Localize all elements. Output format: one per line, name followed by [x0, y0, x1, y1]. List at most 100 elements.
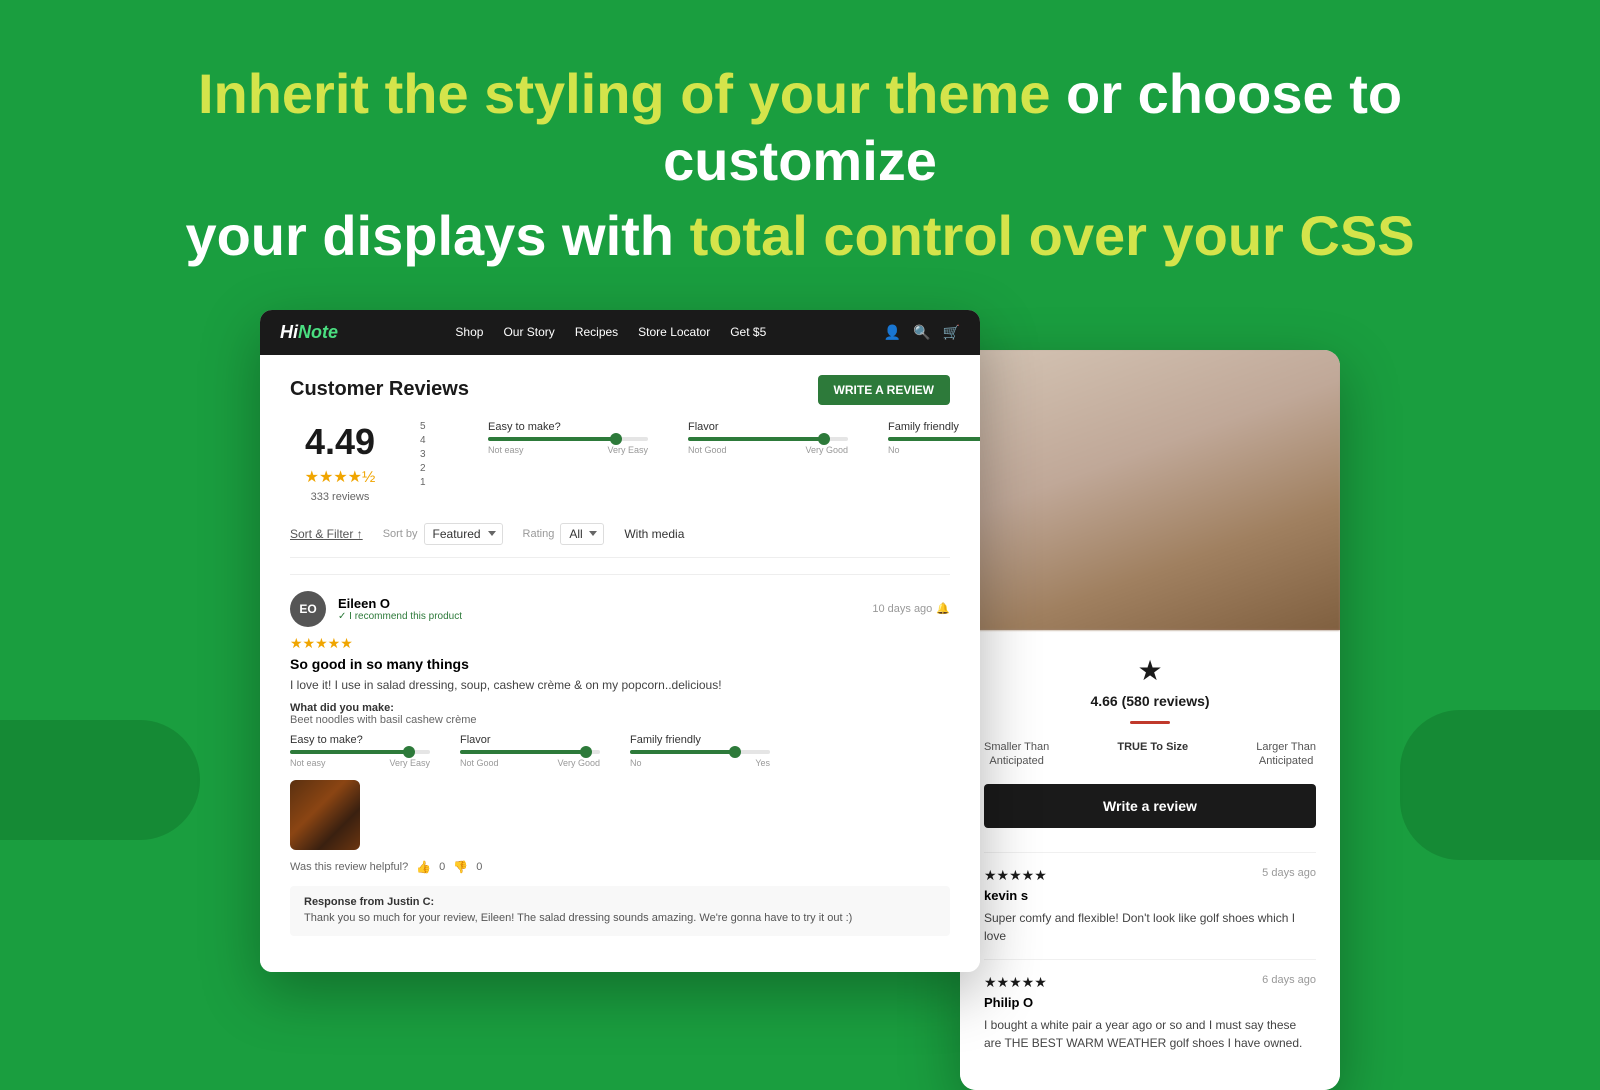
card-product-photo: [960, 350, 1340, 630]
reviews-content: Customer Reviews WRITE A REVIEW 4.49 ★★★…: [260, 355, 980, 972]
cart-icon[interactable]: 🛒: [943, 324, 960, 341]
card-review-date-2: 6 days ago: [1262, 974, 1316, 986]
review-stars: ★★★★★: [290, 635, 950, 652]
headline-line2: your displays with total control over yo…: [100, 202, 1500, 269]
headline-white-part3: your displays with: [185, 204, 674, 267]
reviewer-info: Eileen O ✓ I recommend this product: [338, 596, 860, 622]
response-box: Response from Justin C: Thank you so muc…: [290, 886, 950, 936]
review-easy-slider: [290, 750, 430, 754]
card-fit-smaller: Smaller ThanAnticipated: [984, 740, 1049, 769]
review-attr-easy: Easy to make? Not easyVery Easy: [290, 734, 430, 768]
browser-navbar: HiNote Shop Our Story Recipes Store Loca…: [260, 310, 980, 355]
sort-by-group: Sort by Featured: [383, 523, 503, 545]
bar-row-1: 1: [420, 477, 438, 488]
family-slider-fill: [888, 437, 980, 441]
stars-display: ★★★★½: [290, 467, 390, 487]
review-meta: What did you make: Beet noodles with bas…: [290, 702, 950, 726]
reviews-title: Customer Reviews: [290, 378, 469, 401]
card-mockup: ★ 4.66 (580 reviews) Smaller ThanAnticip…: [960, 350, 1340, 1090]
nav-store-locator[interactable]: Store Locator: [638, 325, 710, 339]
card-review-date-1: 5 days ago: [1262, 867, 1316, 879]
nav-our-story[interactable]: Our Story: [503, 325, 554, 339]
card-review-stars-2: ★★★★★: [984, 974, 1047, 991]
card-fit-true: TRUE To Size: [1117, 740, 1188, 769]
reviewer-name: Eileen O: [338, 596, 860, 611]
review-image: [290, 780, 360, 850]
card-reviewer-name-1: kevin s: [984, 888, 1316, 903]
bar-row-4: 4: [420, 435, 438, 446]
headline-yellow-part1: Inherit the styling of your theme: [198, 62, 1051, 125]
review-attr-family: Family friendly NoYes: [630, 734, 770, 768]
rating-summary: 4.49 ★★★★½ 333 reviews 5 4 3: [290, 421, 950, 503]
review-count: 333 reviews: [290, 491, 390, 503]
verified-badge: ✓ I recommend this product: [338, 611, 860, 622]
card-divider: [1130, 721, 1170, 724]
review-family-slider: [630, 750, 770, 754]
review-title: So good in so many things: [290, 656, 950, 672]
write-review-button[interactable]: WRITE A REVIEW: [818, 375, 950, 405]
card-review-item-2: ★★★★★ 6 days ago Philip O I bought a whi…: [984, 959, 1316, 1066]
bar-label-3: 3: [420, 449, 430, 460]
user-icon[interactable]: 👤: [884, 324, 901, 341]
reviews-header: Customer Reviews WRITE A REVIEW: [290, 375, 950, 405]
attr-flavor: Flavor Not Good Very Good: [688, 421, 848, 503]
headline-yellow-part2: total control over your CSS: [690, 204, 1415, 267]
card-review-header-1: ★★★★★ 5 days ago: [984, 867, 1316, 884]
bar-row-5: 5: [420, 421, 438, 432]
with-media-label[interactable]: With media: [624, 527, 684, 541]
helpful-row: Was this review helpful? 👍 0 👎 0: [290, 860, 950, 874]
family-slider-track: [888, 437, 980, 441]
card-review-text-1: Super comfy and flexible! Don't look lik…: [984, 909, 1316, 945]
sort-by-select[interactable]: Featured: [424, 523, 503, 545]
thumbs-down-icon[interactable]: 👎: [453, 860, 468, 874]
screens-container: HiNote Shop Our Story Recipes Store Loca…: [0, 310, 1600, 1090]
easy-slider-track: [488, 437, 648, 441]
bar-row-3: 3: [420, 449, 438, 460]
rating-bars: 5 4 3 2 1: [420, 421, 438, 503]
review-top: EO Eileen O ✓ I recommend this product 1…: [290, 591, 950, 627]
card-review-panel: ★ 4.66 (580 reviews) Smaller ThanAnticip…: [960, 630, 1340, 1090]
attr-easy-to-make: Easy to make? Not easy Very Easy: [488, 421, 648, 503]
header-section: Inherit the styling of your theme or cho…: [0, 0, 1600, 310]
card-review-header-2: ★★★★★ 6 days ago: [984, 974, 1316, 991]
attr-easy-label: Easy to make?: [488, 421, 648, 433]
nav-shop[interactable]: Shop: [455, 325, 483, 339]
avatar: EO: [290, 591, 326, 627]
family-slider-labels: No Yes: [888, 445, 980, 455]
review-text: I love it! I use in salad dressing, soup…: [290, 676, 950, 694]
flavor-slider-labels: Not Good Very Good: [688, 445, 848, 455]
thumbs-up-icon[interactable]: 👍: [416, 860, 431, 874]
card-fit-larger: Larger ThanAnticipated: [1256, 740, 1316, 769]
overall-rating: 4.49 ★★★★½ 333 reviews: [290, 421, 390, 503]
review-date: 10 days ago 🔔: [872, 602, 950, 615]
nav-links: Shop Our Story Recipes Store Locator Get…: [354, 325, 868, 339]
rating-number: 4.49: [290, 421, 390, 463]
review-flavor-slider: [460, 750, 600, 754]
bar-label-4: 4: [420, 435, 430, 446]
card-review-stars-1: ★★★★★: [984, 867, 1047, 884]
card-write-review-button[interactable]: Write a review: [984, 784, 1316, 828]
sort-filter-link[interactable]: Sort & Filter ↑: [290, 527, 363, 541]
card-review-item-1: ★★★★★ 5 days ago kevin s Super comfy and…: [984, 852, 1316, 959]
search-icon[interactable]: 🔍: [913, 324, 930, 341]
easy-slider-labels: Not easy Very Easy: [488, 445, 648, 455]
browser-mockup: HiNote Shop Our Story Recipes Store Loca…: [260, 310, 980, 972]
flavor-slider-dot: [818, 433, 830, 445]
review-attributes: Easy to make? Not easyVery Easy Flavor: [290, 734, 950, 768]
review-attr-flavor: Flavor Not GoodVery Good: [460, 734, 600, 768]
rating-select[interactable]: All: [560, 523, 604, 545]
sort-by-label: Sort by: [383, 528, 418, 540]
bar-label-5: 5: [420, 421, 430, 432]
nav-get-5[interactable]: Get $5: [730, 325, 766, 339]
card-photo-background: [960, 350, 1340, 630]
rating-label: Rating: [523, 528, 555, 540]
nav-icons: 👤 🔍 🛒: [884, 324, 960, 341]
card-reviewer-name-2: Philip O: [984, 995, 1316, 1010]
nav-recipes[interactable]: Recipes: [575, 325, 618, 339]
card-review-text-2: I bought a white pair a year ago or so a…: [984, 1016, 1316, 1052]
response-text: Thank you so much for your review, Eilee…: [304, 911, 936, 926]
sort-filter-bar: Sort & Filter ↑ Sort by Featured Rating …: [290, 523, 950, 558]
rating-group: Rating All: [523, 523, 605, 545]
card-fit-labels: Smaller ThanAnticipated TRUE To Size Lar…: [984, 740, 1316, 769]
bar-label-1: 1: [420, 477, 430, 488]
